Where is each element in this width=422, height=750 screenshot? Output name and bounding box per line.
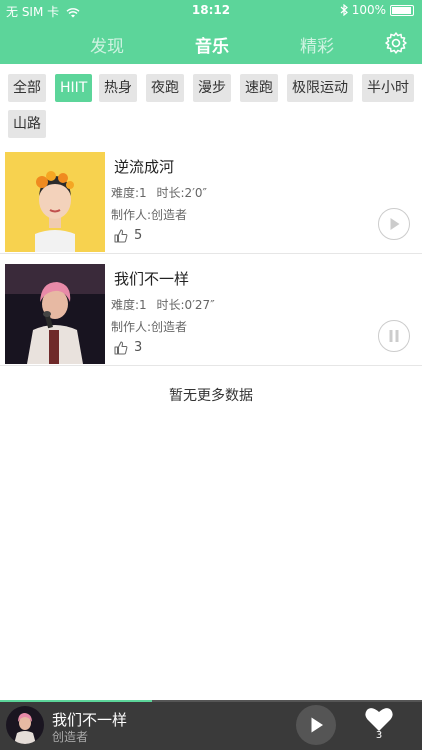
mini-player[interactable]: 我们不一样 创造者 3 bbox=[0, 700, 422, 750]
player-cover-art bbox=[6, 706, 44, 744]
album-cover bbox=[5, 264, 105, 364]
tag-extreme[interactable]: 极限运动 bbox=[287, 74, 353, 102]
thumbs-up-icon bbox=[114, 341, 128, 354]
player-play-button[interactable] bbox=[296, 705, 336, 745]
player-artist: 创造者 bbox=[52, 730, 89, 744]
tag-night-run[interactable]: 夜跑 bbox=[146, 74, 184, 102]
player-song-title: 我们不一样 bbox=[52, 711, 128, 729]
tag-walk[interactable]: 漫步 bbox=[193, 74, 231, 102]
like-info[interactable]: 5 bbox=[114, 228, 142, 243]
status-bar: 无 SIM 卡 18:12 100% bbox=[0, 0, 422, 20]
pause-button[interactable] bbox=[378, 320, 410, 352]
like-info[interactable]: 3 bbox=[114, 340, 142, 355]
tag-half-hour[interactable]: 半小时 bbox=[362, 74, 414, 102]
song-difficulty: 难度:1 bbox=[111, 186, 147, 200]
song-difficulty: 难度:1 bbox=[111, 298, 147, 312]
play-icon bbox=[311, 717, 323, 733]
song-producer: 制作人:创造者 bbox=[111, 320, 188, 334]
song-card[interactable]: 我们不一样 难度:1 时长:0′27″ 制作人:创造者 3 bbox=[0, 258, 422, 366]
bluetooth-icon bbox=[340, 4, 348, 16]
tag-warmup[interactable]: 热身 bbox=[99, 74, 137, 102]
top-nav: 发现 音乐 精彩 bbox=[0, 28, 422, 58]
settings-gear-icon[interactable] bbox=[384, 31, 408, 55]
tag-hiit[interactable]: HIIT bbox=[55, 74, 93, 102]
like-count: 3 bbox=[134, 340, 143, 355]
pause-icon bbox=[389, 329, 398, 342]
no-more-data: 暂无更多数据 bbox=[169, 388, 253, 404]
tag-mountain[interactable]: 山路 bbox=[8, 110, 46, 138]
tab-music[interactable]: 音乐 bbox=[195, 32, 229, 57]
tab-discover[interactable]: 发现 bbox=[90, 32, 124, 57]
tag-all[interactable]: 全部 bbox=[8, 74, 46, 102]
battery-percent: 100% bbox=[351, 3, 386, 17]
song-stats: 难度:1 时长:2′0″ bbox=[111, 184, 207, 201]
player-like-count: 3 bbox=[375, 730, 383, 741]
song-card[interactable]: 逆流成河 难度:1 时长:2′0″ 制作人:创造者 5 bbox=[0, 146, 422, 254]
progress-bar[interactable] bbox=[0, 700, 152, 702]
tag-speed-run[interactable]: 速跑 bbox=[240, 74, 278, 102]
status-right: 100% bbox=[340, 3, 414, 17]
cover-art-woman bbox=[5, 152, 105, 252]
song-title: 逆流成河 bbox=[114, 158, 175, 176]
song-duration: 时长:2′0″ bbox=[156, 186, 208, 200]
song-duration: 时长:0′27″ bbox=[156, 298, 215, 312]
app-header: 无 SIM 卡 18:12 100% 发现 音乐 精彩 bbox=[0, 0, 422, 64]
tab-featured[interactable]: 精彩 bbox=[300, 32, 334, 57]
album-cover bbox=[5, 152, 105, 252]
thumbs-up-icon bbox=[114, 229, 128, 242]
song-producer: 制作人:创造者 bbox=[111, 208, 188, 222]
cover-art-singer bbox=[5, 264, 105, 364]
heart-icon[interactable] bbox=[364, 706, 394, 732]
song-title: 我们不一样 bbox=[114, 270, 190, 288]
song-stats: 难度:1 时长:0′27″ bbox=[111, 296, 215, 313]
like-count: 5 bbox=[134, 228, 143, 243]
player-avatar bbox=[6, 706, 44, 744]
battery-icon bbox=[390, 4, 414, 16]
play-icon bbox=[390, 217, 399, 230]
play-button[interactable] bbox=[378, 208, 410, 240]
